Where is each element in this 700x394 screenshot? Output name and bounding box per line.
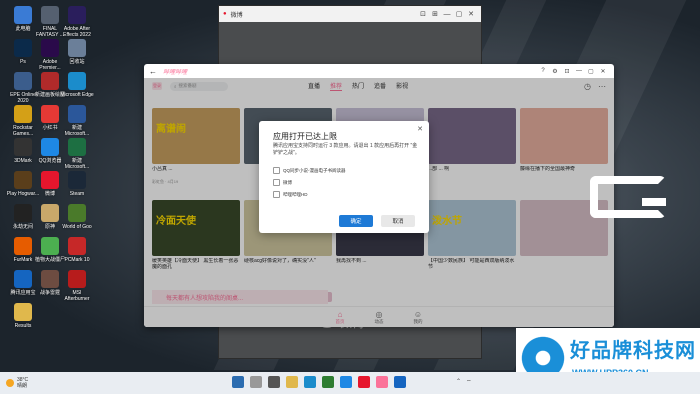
- app-icon: [68, 39, 86, 57]
- weibo-titlebar: ● 微博 ⊡ ⊞ — ▢ ✕: [219, 6, 481, 22]
- maximize-button[interactable]: ▢: [585, 68, 597, 75]
- tile-icon[interactable]: ⊞: [429, 10, 441, 18]
- app-icon: [41, 204, 59, 222]
- close-button[interactable]: ✕: [465, 10, 477, 18]
- desktop-icon-label: MSI Afterburner: [64, 290, 90, 302]
- desktop-icon-label: Adobe After Effects 2022: [63, 26, 91, 38]
- desktop-icon-label: 新建 Microsoft...: [64, 158, 90, 170]
- network-icon[interactable]: ⌔: [466, 378, 472, 386]
- option-bilibili[interactable]: 哔哩哔哩HD: [273, 191, 308, 198]
- app-icon: [68, 171, 86, 189]
- app-icon: [68, 72, 86, 90]
- app-icon: [14, 72, 32, 90]
- limit-dialog: 应用打开已达上限 ✕ 腾讯应用宝支持同时运行 3 款应用。请退出 1 款应用后再…: [259, 121, 429, 233]
- close-button[interactable]: ✕: [597, 68, 609, 75]
- chevron-up-icon[interactable]: ⌃: [456, 378, 461, 386]
- weather-desc: 晴朗: [17, 383, 28, 389]
- search-icon[interactable]: [250, 376, 262, 388]
- brand-name: 好品牌科技网: [570, 340, 696, 362]
- maximize-button[interactable]: ▢: [453, 10, 465, 18]
- app-icon: [14, 138, 32, 156]
- desktop-icon[interactable]: Adobe After Effects 2022: [60, 6, 94, 38]
- desktop-icon-label: 新建 Microsoft...: [64, 125, 90, 137]
- app-icon: [41, 6, 59, 24]
- desktop-icon[interactable]: 新建 Microsoft...: [60, 105, 94, 137]
- app-icon: [68, 138, 86, 156]
- desktop-icon[interactable]: Steam: [60, 171, 94, 197]
- back-arrow-icon[interactable]: ←: [149, 67, 157, 76]
- app-icon: [41, 138, 59, 156]
- desktop-icon[interactable]: Microsoft Edge: [60, 72, 94, 98]
- app-icon: [14, 105, 32, 123]
- taskbar: 38°C 晴朗 ⌃ ⌔: [0, 372, 700, 394]
- app-icon: [41, 270, 59, 288]
- app-icon: [68, 237, 86, 255]
- option-label: 哔哩哔哩HD: [283, 191, 308, 197]
- app-icon: [41, 237, 59, 255]
- help-icon[interactable]: ?: [537, 68, 549, 74]
- app-icon: [14, 204, 32, 222]
- desktop-icon-label: Steam: [69, 191, 85, 197]
- task-view-icon[interactable]: [268, 376, 280, 388]
- app-icon: [14, 303, 32, 321]
- pin-icon[interactable]: ⊡: [417, 10, 429, 18]
- desktop-icon-label: Results: [14, 323, 32, 329]
- close-icon[interactable]: ✕: [417, 125, 423, 133]
- dialog-message: 腾讯应用宝支持同时运行 3 款应用。请退出 1 款应用后再打开 "金铲铲之战"。: [273, 143, 418, 156]
- bili-title: 哔哩哔哩: [163, 69, 188, 76]
- checkbox[interactable]: [273, 191, 280, 198]
- weather-widget[interactable]: 38°C 晴朗: [0, 377, 28, 389]
- checkbox[interactable]: [273, 179, 280, 186]
- app-icon[interactable]: [340, 376, 352, 388]
- app-icon: [41, 105, 59, 123]
- desktop-icon-label: PCMark 10: [64, 257, 90, 263]
- bili-titlebar: ← 哔哩哔哩 ? ⚙ ⊡ — ▢ ✕: [144, 64, 614, 78]
- app-icon: [14, 39, 32, 57]
- app-icon: [14, 6, 32, 24]
- minimize-button[interactable]: —: [441, 11, 453, 18]
- taskbar-apps: [232, 376, 406, 388]
- checkbox[interactable]: [273, 167, 280, 174]
- app-store-taskbar-icon[interactable]: [394, 376, 406, 388]
- desktop-icon-label: Microsoft Edge: [60, 92, 94, 98]
- option-label: QQ同步小说-漫画电子书阅读器: [283, 167, 346, 173]
- confirm-button[interactable]: 确定: [339, 215, 373, 227]
- bilibili-taskbar-icon[interactable]: [376, 376, 388, 388]
- desktop-icon-label: World of Goo: [62, 224, 92, 230]
- app-icon: [68, 270, 86, 288]
- app-icon[interactable]: [322, 376, 334, 388]
- file-explorer-icon[interactable]: [286, 376, 298, 388]
- app-icon: [68, 105, 86, 123]
- desktop-icon[interactable]: World of Goo: [60, 204, 94, 230]
- weibo-title: 微博: [230, 12, 243, 19]
- app-icon: [14, 237, 32, 255]
- desktop-icon[interactable]: 新建 Microsoft...: [60, 138, 94, 170]
- option-label: 微博: [283, 179, 292, 185]
- dialog-title: 应用打开已达上限: [273, 132, 337, 141]
- app-icon: [68, 6, 86, 24]
- app-icon: [41, 72, 59, 90]
- minimize-button[interactable]: —: [573, 68, 585, 74]
- g-logo-watermark: [590, 176, 666, 218]
- option-qq-reader[interactable]: QQ同步小说-漫画电子书阅读器: [273, 167, 346, 174]
- start-icon[interactable]: [232, 376, 244, 388]
- system-tray[interactable]: ⌃ ⌔: [456, 378, 472, 386]
- app-icon: [41, 171, 59, 189]
- app-icon: [41, 39, 59, 57]
- desktop-icon-label: 回收站: [69, 59, 85, 65]
- option-weibo[interactable]: 微博: [273, 179, 292, 186]
- desktop-icon[interactable]: PCMark 10: [60, 237, 94, 263]
- weibo-taskbar-icon[interactable]: [358, 376, 370, 388]
- desktop-icon[interactable]: MSI Afterburner: [60, 270, 94, 302]
- app-icon: [68, 204, 86, 222]
- sun-icon: [6, 379, 14, 387]
- app-icon: [14, 171, 32, 189]
- desktop-icon[interactable]: 回收站: [60, 39, 94, 65]
- cancel-button[interactable]: 取消: [381, 215, 415, 227]
- desktop-icon[interactable]: Results: [6, 303, 40, 329]
- edge-icon[interactable]: [304, 376, 316, 388]
- app-icon: [14, 270, 32, 288]
- pin-icon[interactable]: ⊡: [561, 68, 573, 75]
- settings-icon[interactable]: ⚙: [549, 68, 561, 75]
